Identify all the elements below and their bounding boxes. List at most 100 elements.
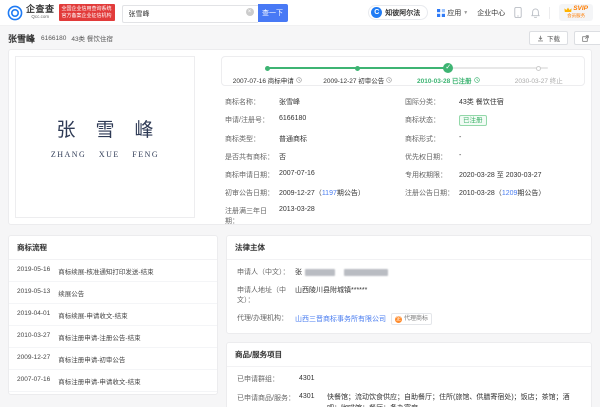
field-label: 商标状态：: [405, 115, 459, 125]
alpha-label: 知彼阿尔法: [385, 8, 420, 18]
trademark-image: 张雪峰 ZHANG XUE FENG: [15, 56, 195, 218]
apps-menu[interactable]: 应用 ▼: [437, 8, 468, 18]
search-button[interactable]: 查一下: [258, 4, 288, 22]
process-date: 2009-12-27: [17, 354, 50, 364]
field-value: 2009-12-27（1197期公告）: [279, 188, 365, 198]
notification-bell-icon[interactable]: [531, 8, 540, 18]
timeline-step-label: 2009-12-27 初审公告: [323, 75, 392, 85]
details-cell: 商标类型：普通商标: [225, 134, 405, 144]
gazette-link[interactable]: 1197: [322, 190, 337, 197]
gov-badge: 全国企业信用查询系统 官方备案企业征信机构: [59, 4, 115, 21]
details-cell: 注册满三年日期：2013-03-28: [225, 206, 585, 226]
field-value: 2020-03-28 至 2030-03-27: [459, 170, 542, 180]
field-value: -: [459, 152, 461, 159]
process-date: 2019-04-01: [17, 310, 50, 320]
field-value: -: [459, 134, 461, 141]
clock-icon: [386, 77, 392, 83]
trademark-category: 43类 餐饮住宿: [71, 33, 113, 43]
agency-link[interactable]: 山西三晋商标事务所有限公司: [295, 314, 386, 324]
legal-row: 申请人（中文）：张: [227, 263, 591, 281]
process-text: 商标注册申请-注册公告-结束: [58, 332, 140, 342]
field-value: 山西三晋商标事务所有限公司企代理商标: [295, 313, 432, 325]
timeline-dot: [355, 66, 360, 71]
download-label: 下载: [547, 33, 560, 43]
qcc-logo-text: 企查查 Qcc.com: [26, 5, 55, 20]
trademark-timeline: 2007-07-16 商标申请2009-12-27 初审公告✓2010-03-2…: [221, 56, 585, 86]
clear-icon[interactable]: ×: [246, 8, 254, 16]
details-cell: 优先权日期：-: [405, 152, 585, 162]
field-label: 专用权期限：: [405, 170, 459, 180]
top-nav: 企查查 Qcc.com 全国企业信用查询系统 官方备案企业征信机构 × 查一下 …: [0, 0, 600, 26]
field-label: 申请人（中文）：: [237, 267, 295, 277]
legal-card-title: 法律主体: [227, 236, 591, 260]
process-date: 2010-03-27: [17, 332, 50, 342]
legal-rows: 申请人（中文）：张申请人地址（中文）：山西陵川县附城镇******代理/办理机构…: [227, 260, 591, 333]
svip-badge[interactable]: SVIP 会员服务: [559, 4, 593, 21]
chevron-down-icon: ▼: [463, 10, 468, 16]
field-value: 快餐馆；流动饮食供应；自助餐厅；住所(旅馆、供膳寄宿处)；饭店；茶馆；酒吧；咖啡…: [327, 393, 581, 407]
field-label: 注册公告日期：: [405, 188, 459, 198]
field-label: 已申请商品/服务：: [237, 393, 299, 403]
enterprise-center-link[interactable]: 企业中心: [477, 8, 505, 18]
details-cell: 国际分类：43类 餐饮住宿: [405, 97, 585, 107]
group-code: 4301: [299, 393, 327, 400]
apps-grid-icon: [437, 9, 445, 17]
applicant-prefix: 张: [295, 267, 302, 277]
share-button[interactable]: [574, 31, 600, 45]
process-date: 2019-05-13: [17, 288, 50, 298]
goods-row: 已申请商品/服务：4301快餐馆；流动饮食供应；自助餐厅；住所(旅馆、供膳寄宿处…: [227, 389, 591, 407]
zhibi-alpha-link[interactable]: C 知彼阿尔法: [368, 5, 428, 20]
goods-row: 已申请群组：4301: [227, 370, 591, 389]
mobile-app-icon[interactable]: [514, 7, 522, 18]
svip-sub: 会员服务: [564, 14, 588, 19]
field-value: 否: [279, 152, 286, 162]
details-cell: 商标形式：-: [405, 134, 585, 144]
process-card: 商标流程 2019-05-16商标续展-核准通知打印发送-结束2019-05-1…: [8, 235, 218, 395]
goods-card-title: 商品/服务项目: [227, 343, 591, 367]
apps-label: 应用: [447, 8, 461, 18]
details-cell: 是否共有商标：否: [225, 152, 405, 162]
details-cell: 商标状态：已注册: [405, 115, 585, 126]
field-label: 商标形式：: [405, 134, 459, 144]
agency-tag-label: 代理商标: [404, 315, 428, 323]
download-button[interactable]: 下载: [529, 31, 568, 45]
field-value: 张雪峰: [279, 97, 300, 107]
timeline-step-label: 2007-07-16 商标申请: [233, 75, 302, 85]
share-icon: [582, 35, 589, 42]
search-input[interactable]: [122, 5, 258, 23]
field-label: 国际分类：: [405, 97, 459, 107]
details-cell: 商标申请日期：2007-07-16: [225, 170, 405, 180]
process-text: 商标续展-核准通知打印发送-结束: [58, 266, 153, 276]
process-item: 2010-03-27 商标注册申请-注册公告-结束: [9, 326, 217, 348]
field-value: 2013-03-28: [279, 206, 315, 213]
clock-icon: [474, 77, 480, 83]
gazette-link[interactable]: 1209: [502, 190, 518, 197]
process-item: 2019-05-13 续展公告: [9, 282, 217, 304]
field-label: 代理/办理机构：: [237, 313, 295, 323]
process-date: 2019-05-16: [17, 266, 50, 276]
details-cell: 申请/注册号：6166180: [225, 115, 405, 126]
field-label: 优先权日期：: [405, 152, 459, 162]
details-cell: 专用权期限：2020-03-28 至 2030-03-27: [405, 170, 585, 180]
timeline-step: 2009-12-27 初审公告: [313, 62, 404, 85]
trademark-image-en: ZHANG XUE FENG: [51, 150, 159, 159]
field-value: 2010-03-28（1209期公告）: [459, 188, 545, 198]
timeline-step-label: 2030-03-27 终止: [515, 75, 563, 85]
field-label: 初审公告日期：: [225, 188, 279, 198]
field-value: 43类 餐饮住宿: [459, 97, 504, 107]
field-value: 已注册: [459, 115, 487, 126]
details-row: 初审公告日期：2009-12-27（1197期公告） 注册公告日期：2010-03…: [225, 184, 585, 202]
process-text: 续展公告: [58, 288, 84, 298]
legal-row: 代理/办理机构：山西三晋商标事务所有限公司企代理商标: [227, 309, 591, 329]
process-item: 2007-07-16商标注册申请-申请收文-结束: [9, 370, 217, 392]
field-label: 注册满三年日期：: [225, 206, 279, 226]
trademark-details: 商标名称：张雪峰国际分类：43类 餐饮住宿申请/注册号：6166180商标状态：…: [221, 91, 585, 230]
qcc-logo[interactable]: 企查查 Qcc.com: [7, 5, 55, 21]
nav-right: C 知彼阿尔法 应用 ▼ 企业中心 SVIP 会员服务: [368, 4, 593, 21]
goods-rows: 已申请群组：4301已申请商品/服务：4301快餐馆；流动饮食供应；自助餐厅；住…: [227, 367, 591, 407]
field-label: 商标类型：: [225, 134, 279, 144]
details-row: 是否共有商标：否优先权日期：-: [225, 148, 585, 166]
field-label: 申请/注册号：: [225, 115, 279, 125]
process-text: 商标注册申请-初审公告: [58, 354, 125, 364]
legal-entity-card: 法律主体 申请人（中文）：张申请人地址（中文）：山西陵川县附城镇******代理…: [226, 235, 592, 334]
